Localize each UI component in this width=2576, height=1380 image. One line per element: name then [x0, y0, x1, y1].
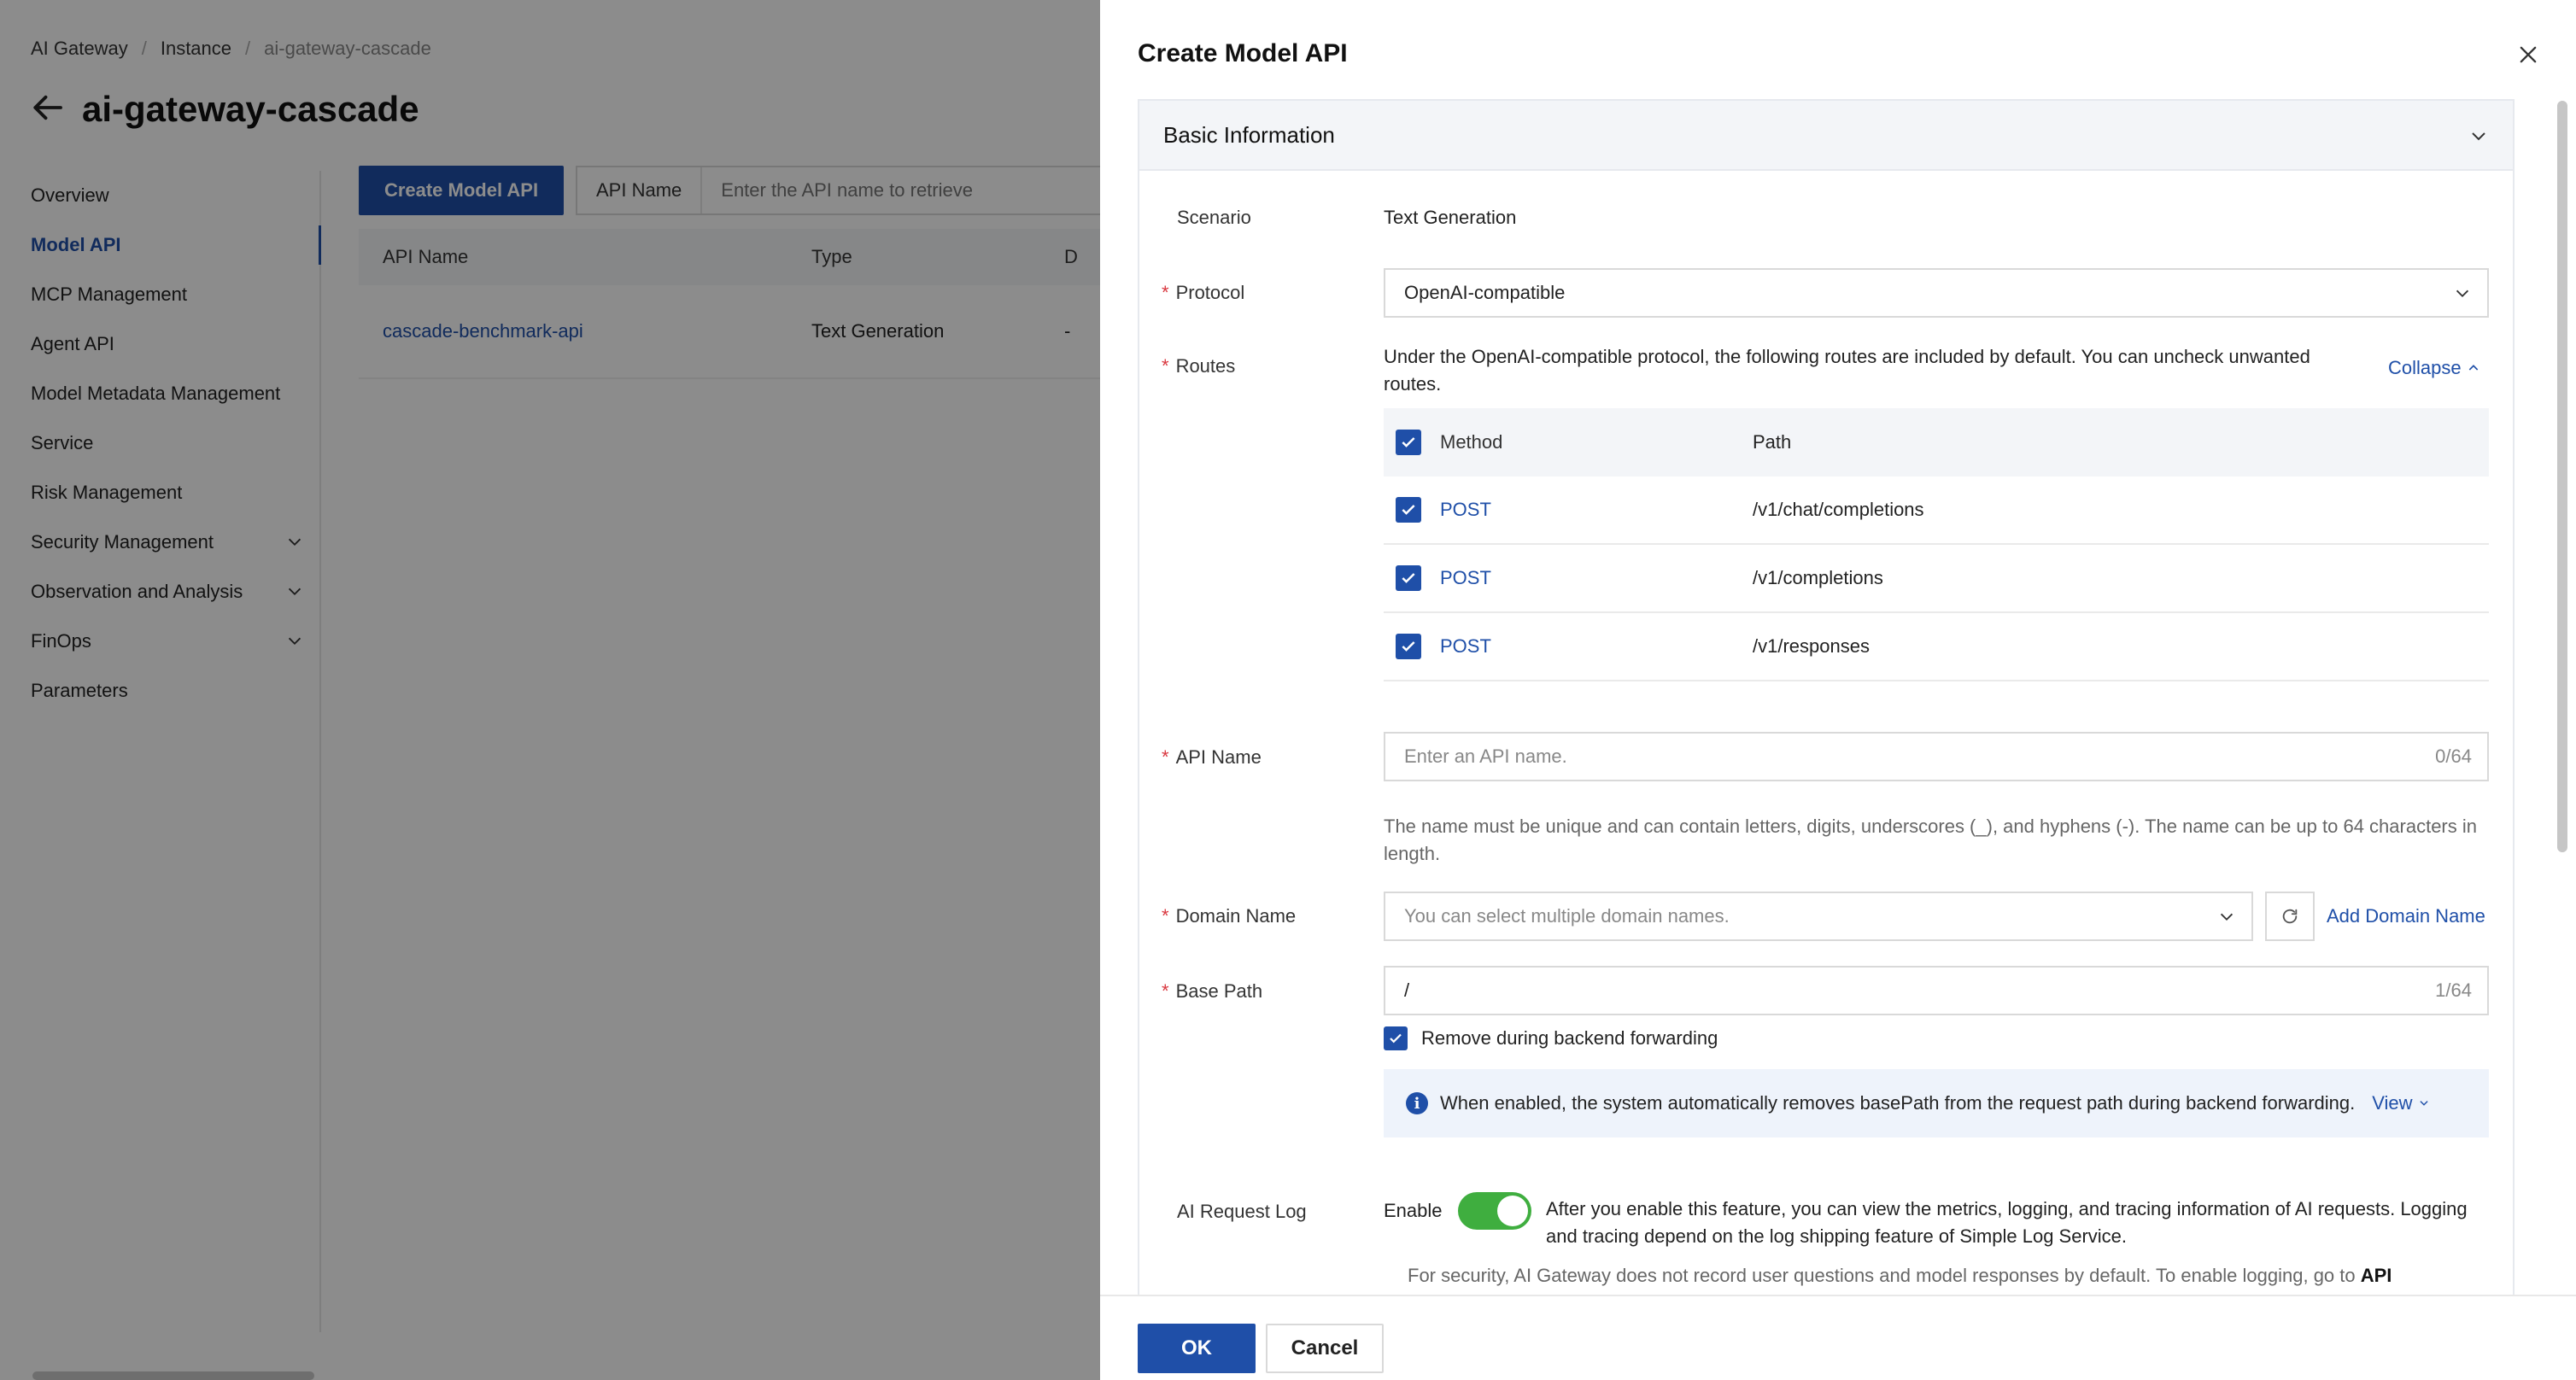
route-method: POST	[1440, 635, 1491, 657]
ai-log-description: After you enable this feature, you can v…	[1546, 1198, 2468, 1247]
add-domain-name-link[interactable]: Add Domain Name	[2327, 905, 2485, 927]
drawer-title: Create Model API	[1138, 39, 1348, 67]
scenario-value: Text Generation	[1384, 207, 1517, 228]
security-note: For security, AI Gateway does not record…	[1408, 1265, 2392, 1286]
remove-base-path-option[interactable]: Remove during backend forwarding	[1384, 1026, 1718, 1050]
modal-mask[interactable]	[0, 0, 1100, 1380]
api-name-input[interactable]	[1385, 734, 2436, 780]
route-method: POST	[1440, 567, 1491, 588]
column-header: Method	[1440, 431, 1503, 453]
chevron-down-icon	[2472, 132, 2485, 141]
column-header: Path	[1753, 431, 1792, 453]
route-path: /v1/responses	[1753, 635, 1870, 657]
refresh-icon	[2282, 909, 2298, 924]
table-row: POST /v1/responses	[1384, 613, 2489, 681]
scenario-label: Scenario	[1177, 207, 1251, 228]
vertical-scrollbar[interactable]	[2557, 101, 2567, 852]
route-checkbox[interactable]	[1396, 565, 1421, 591]
info-icon: i	[1406, 1092, 1428, 1114]
routes-table: Method Path POST /v1/chat/completions PO…	[1384, 408, 2489, 681]
table-row: POST /v1/completions	[1384, 545, 2489, 613]
chevron-up-icon	[2468, 365, 2478, 371]
cancel-button[interactable]: Cancel	[1266, 1324, 1384, 1373]
enable-label: Enable	[1384, 1200, 1443, 1221]
api-name-hint: The name must be unique and can contain …	[1384, 816, 2477, 864]
base-path-info: i When enabled, the system automatically…	[1384, 1069, 2489, 1137]
basic-information-section[interactable]: Basic Information	[1138, 99, 2515, 171]
char-counter: 0/64	[2435, 746, 2472, 767]
close-icon[interactable]	[2516, 43, 2540, 67]
protocol-label: * Protocol	[1162, 282, 1245, 303]
base-path-input[interactable]	[1385, 968, 2436, 1014]
view-link[interactable]: View	[2372, 1092, 2429, 1114]
route-checkbox[interactable]	[1396, 497, 1421, 523]
remove-base-path-checkbox[interactable]	[1384, 1026, 1408, 1050]
drawer-footer: OK Cancel	[1100, 1295, 2576, 1380]
chevron-down-icon	[2419, 1101, 2428, 1106]
domain-placeholder: You can select multiple domain names.	[1404, 905, 1730, 927]
route-checkbox[interactable]	[1396, 634, 1421, 659]
routes-table-header: Method Path	[1384, 408, 2489, 477]
info-text: When enabled, the system automatically r…	[1440, 1092, 2356, 1114]
ai-request-log-label: AI Request Log	[1177, 1201, 1307, 1222]
ai-log-switch-group: Enable	[1384, 1192, 1531, 1230]
domain-name-label: * Domain Name	[1162, 905, 1297, 927]
base-path-label: * Base Path	[1162, 980, 1263, 1002]
create-model-api-drawer: Create Model API Basic Information	[1100, 0, 2576, 1380]
domain-name-select[interactable]: You can select multiple domain names.	[1384, 892, 2253, 941]
section-title: Basic Information	[1163, 121, 1335, 148]
routes-label: * Routes	[1162, 355, 1236, 377]
routes-description: Under the OpenAI-compatible protocol, th…	[1384, 346, 2310, 395]
checkbox-label: Remove during backend forwarding	[1421, 1027, 1718, 1049]
refresh-domain-button[interactable]	[2265, 892, 2315, 941]
ok-button[interactable]: OK	[1138, 1324, 1256, 1373]
chevron-down-icon	[2456, 289, 2469, 298]
char-counter: 1/64	[2435, 979, 2472, 1001]
ai-log-toggle[interactable]	[1457, 1192, 1531, 1230]
route-path: /v1/completions	[1753, 567, 1883, 588]
base-path-field: 1/64	[1384, 966, 2489, 1015]
route-method: POST	[1440, 499, 1491, 520]
chevron-down-icon	[2220, 913, 2234, 921]
route-path: /v1/chat/completions	[1753, 499, 1924, 520]
select-all-checkbox[interactable]	[1396, 430, 1421, 455]
table-row: POST /v1/chat/completions	[1384, 477, 2489, 545]
api-name-field: 0/64	[1384, 732, 2489, 781]
collapse-link[interactable]: Collapse	[2388, 357, 2480, 379]
protocol-select[interactable]: OpenAI-compatible	[1384, 268, 2489, 318]
api-link[interactable]: API	[2361, 1265, 2392, 1286]
api-name-label: * API Name	[1162, 746, 1262, 768]
protocol-value: OpenAI-compatible	[1404, 282, 1566, 303]
